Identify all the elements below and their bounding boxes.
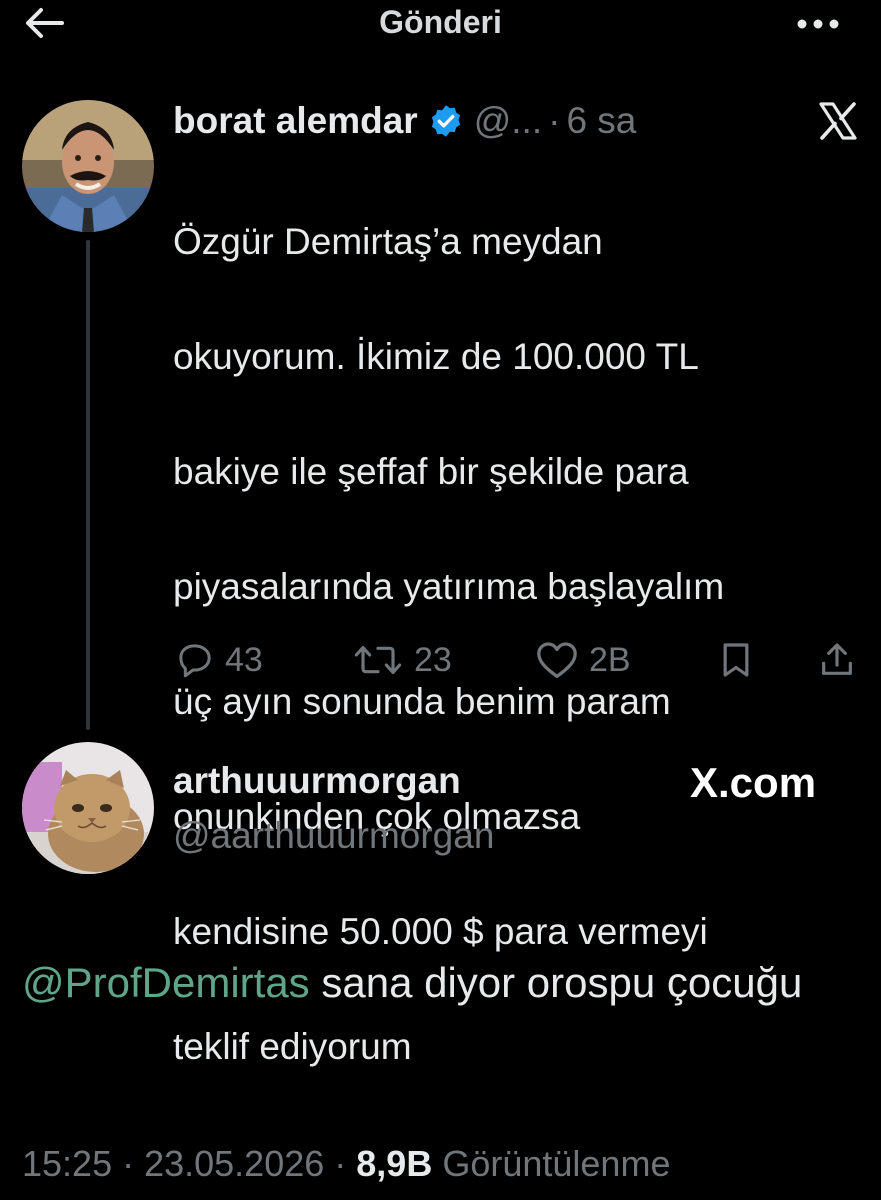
retweet-count: 23 [414,640,452,679]
tweet-text-line: okuyorum. İkimiz de 100.000 TL [173,335,699,377]
tweet-time[interactable]: 6 sa [566,100,636,142]
bookmark-icon [723,643,749,677]
reply-avatar[interactable] [22,742,154,874]
reply-icon [179,644,211,678]
author-handle[interactable]: @... [474,100,542,142]
tweet-header: borat alemdar @... · 6 sa [173,96,636,146]
meta-separator: · [324,1143,357,1184]
like-button[interactable]: 2B [535,638,631,682]
heart-icon [537,642,577,678]
page-title: Gönderi [379,4,502,40]
tweet-text-line: üç ayın sonunda benim param [173,680,671,722]
verified-badge-icon [428,103,464,139]
reply-count: 43 [225,640,263,679]
views-label: Görüntülenme [432,1143,671,1184]
meta-separator: · [112,1143,145,1184]
avatar-image [22,100,154,232]
mention-link[interactable]: @ProfDemirtas [22,959,310,1006]
x-logo-icon [815,100,861,142]
share-button[interactable] [817,638,857,682]
tweet-text-line: piyasalarında yatırıma başlayalım [173,565,725,607]
thread-line [86,240,90,730]
views-count[interactable]: 8,9B [356,1143,432,1184]
tweet-text-line: Özgür Demirtaş’a meydan [173,220,603,262]
x-com-watermark: X.com [690,759,817,806]
reply-text: @ProfDemirtas sana diyor orospu çocuğu [22,950,862,1016]
post-date: 23.05.2026 [144,1143,325,1184]
reply-author-handle[interactable]: @aarthuuurmorgan [173,815,494,857]
tweet-text-line: teklif ediyorum [173,1025,412,1067]
author-name[interactable]: borat alemdar [173,100,418,142]
like-count: 2B [589,640,631,679]
retweet-button[interactable]: 23 [352,638,452,682]
post-time: 15:25 [22,1143,113,1184]
reply-body-text: sana diyor orospu çocuğu [309,959,803,1006]
more-button[interactable] [790,4,846,44]
tweet-meta: 15:25 · 23.05.2026 · 8,9B Görüntülenme [22,1143,670,1185]
retweet-icon [354,645,402,675]
reply-author-name[interactable]: arthuuurmorgan [173,760,461,802]
more-horizontal-icon [797,19,839,29]
avatar[interactable] [22,100,154,232]
bookmark-button[interactable] [716,638,756,682]
tweet-text-line: bakiye ile şeffaf bir şekilde para [173,450,689,492]
separator-dot: · [548,100,561,141]
share-icon [822,643,852,675]
cat-avatar-image [22,742,154,874]
reply-button[interactable]: 43 [175,638,263,682]
